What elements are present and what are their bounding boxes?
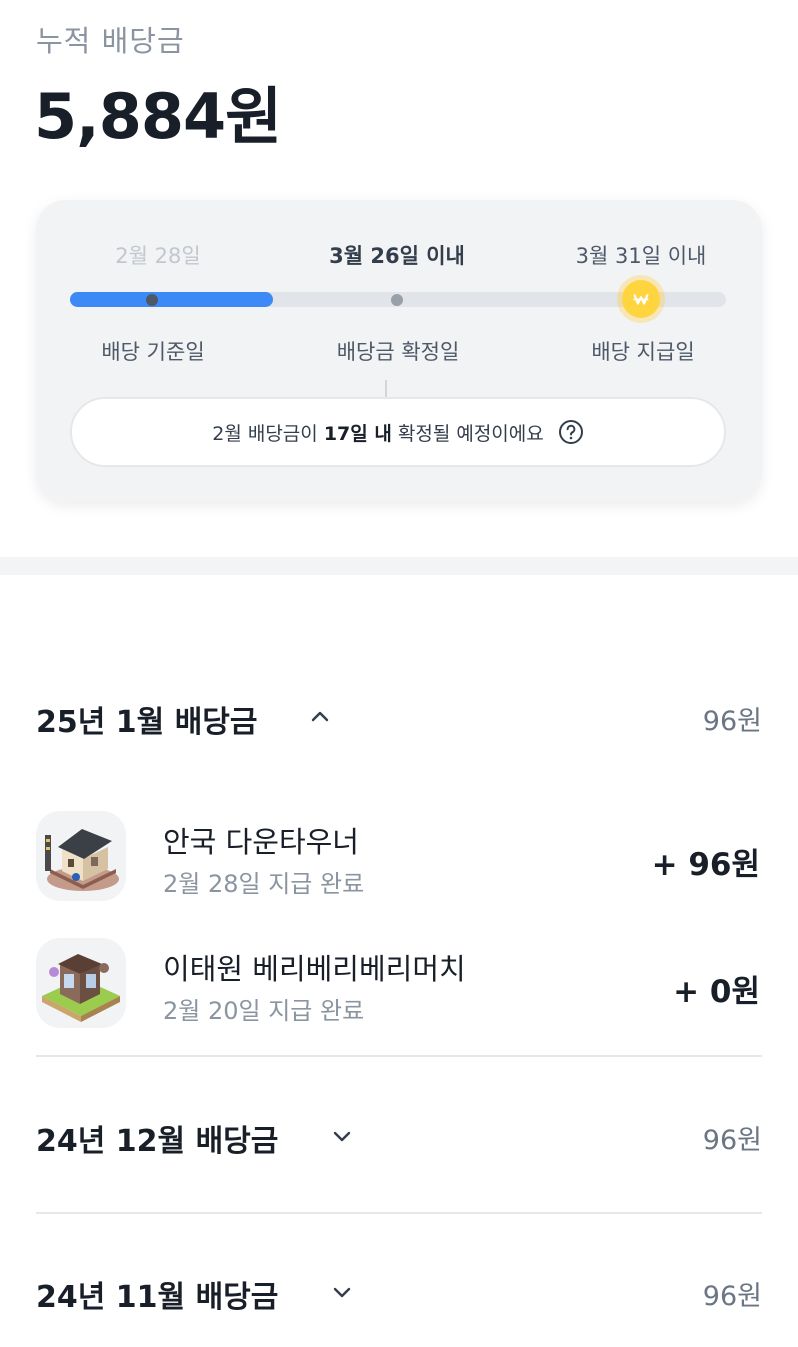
group-title: 25년 1월 배당금 [36,705,258,740]
chevron-down-icon[interactable] [330,1280,354,1304]
building-thumbnail [36,811,126,901]
item-name: 안국 다운타우너 [163,825,359,859]
total-dividend-amount: 5,884원 [34,80,282,153]
chevron-up-icon[interactable] [308,705,332,729]
group-title: 24년 12월 배당금 [36,1124,279,1159]
divider [36,1212,762,1214]
timeline-progress-track [70,280,726,318]
group-amount: 96원 [702,706,762,737]
dividend-group-2025-01[interactable]: 25년 1월 배당금 96원 [36,697,762,740]
building-thumbnail [36,938,126,1028]
confirm-date-marker [391,294,403,306]
item-name: 이태원 베리베리베리머치 [163,952,466,986]
list-item[interactable]: 이태원 베리베리베리머치 2월 20일 지급 완료 + 0원 [36,938,762,1030]
group-title: 24년 11월 배당금 [36,1280,279,1315]
section-divider [0,557,798,575]
group-amount: 96원 [702,1125,762,1156]
confirm-date-label: 배당금 확정일 [336,340,460,364]
question-circle-icon[interactable] [558,419,584,445]
item-status: 2월 20일 지급 완료 [163,997,365,1025]
payment-date-label: 배당 지급일 [591,340,695,364]
dividend-timeline-card: 2월 28일 3월 26일 이내 3월 31일 이내 배당 기준일 배당금 확정… [36,200,762,502]
notice-suffix: 확정될 예정이에요 [391,422,544,445]
payment-date: 3월 31일 이내 [575,244,707,268]
won-coin-icon [622,280,660,318]
record-date-label: 배당 기준일 [101,340,205,364]
timeline-progress-fill [70,292,274,307]
dividend-group-2024-12[interactable]: 24년 12월 배당금 96원 [36,1116,762,1159]
item-amount: + 96원 [651,847,760,883]
list-item[interactable]: 안국 다운타우너 2월 28일 지급 완료 + 96원 [36,811,762,903]
notice-days: 17일 내 [323,422,392,445]
confirm-date: 3월 26일 이내 [329,244,465,268]
group-amount: 96원 [702,1281,762,1312]
notice-prefix: 2월 배당금이 [212,422,324,445]
chevron-down-icon[interactable] [330,1124,354,1148]
total-dividend-label: 누적 배당금 [36,24,185,58]
divider [36,1055,762,1057]
item-status: 2월 28일 지급 완료 [163,870,365,898]
record-date-marker [146,294,158,306]
record-date: 2월 28일 [115,244,201,268]
item-amount: + 0원 [673,974,760,1010]
dividend-notice[interactable]: 2월 배당금이 17일 내 확정될 예정이에요 [70,397,726,467]
dividend-group-2024-11[interactable]: 24년 11월 배당금 96원 [36,1272,762,1315]
